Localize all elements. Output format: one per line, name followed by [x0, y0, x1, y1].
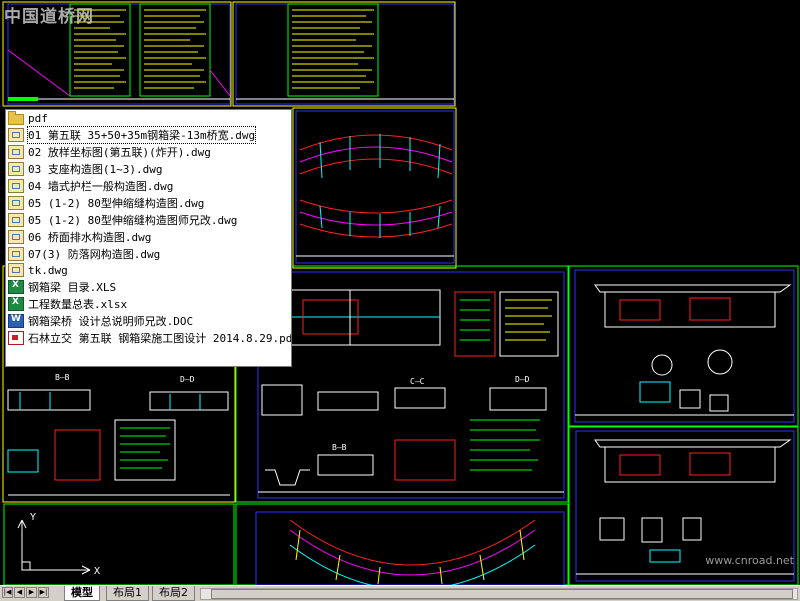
file-name: 05 (1-2) 80型伸缩缝构造图师兄改.dwg — [28, 213, 238, 227]
file-item[interactable]: 06 桥面排水构造图.dwg — [6, 228, 291, 245]
ucs-icon — [17, 519, 91, 575]
file-item-pdf-folder[interactable]: pdf — [6, 110, 291, 127]
file-item[interactable]: 05 (1-2) 80型伸缩缝构造图.dwg — [6, 194, 291, 211]
file-item[interactable]: 02 放样坐标图(第五联)(炸开).dwg — [6, 144, 291, 161]
tab-layout1[interactable]: 布局1 — [106, 586, 149, 601]
file-item[interactable]: 05 (1-2) 80型伸缩缝构造图师兄改.dwg — [6, 211, 291, 228]
dwg-file-icon — [8, 179, 24, 193]
table-block-top-middle — [236, 3, 454, 100]
curved-girder-plan — [296, 134, 454, 257]
sheet-frame-alignment — [292, 107, 457, 269]
file-list-popup: pdf 01 第五联 35+50+35m钢箱梁-13m桥宽.dwg 02 放样坐… — [5, 109, 292, 367]
file-name: 石林立交 第五联 钢箱梁施工图设计 2014.8.29.pdf — [28, 332, 292, 346]
file-name: 06 桥面排水构造图.dwg — [28, 230, 152, 244]
section-label-dd-2: D—D — [515, 375, 530, 384]
ucs-x-label: X — [94, 566, 100, 577]
dwg-file-icon — [8, 162, 24, 177]
dwg-file-icon — [8, 246, 24, 261]
word-file-icon — [8, 314, 24, 329]
file-item[interactable]: tk.dwg — [6, 262, 291, 279]
sheet-frame-bottom — [235, 503, 569, 585]
section-label-bb-2: B—B — [332, 443, 347, 452]
dwg-file-icon — [8, 229, 24, 244]
pdf-file-icon — [8, 331, 24, 346]
dwg-file-icon — [8, 263, 24, 278]
section-label-bb: B—B — [55, 373, 70, 382]
tab-layout2[interactable]: 布局2 — [152, 586, 195, 601]
file-name: 钢箱梁桥 设计总说明师兄改.DOC — [28, 315, 194, 329]
section-label-dd: D—D — [180, 375, 195, 384]
section-right-top — [575, 284, 794, 416]
ucs-y-label: Y — [30, 512, 36, 523]
folder-icon — [8, 110, 24, 125]
excel-file-icon — [8, 280, 24, 295]
scrollbar-thumb[interactable] — [211, 589, 793, 599]
cad-model-space[interactable]: Y X B—B D—D C—C D—D B—B 中国道桥网 www.cnroad… — [0, 0, 800, 585]
file-name: 04 墙式护栏一般构造图.dwg — [28, 180, 174, 193]
tab-model[interactable]: 模型 — [64, 586, 100, 601]
prev-tab-button[interactable]: ◀ — [14, 587, 25, 598]
file-item[interactable]: 03 支座构造图(1~3).dwg — [6, 161, 291, 178]
file-item[interactable]: 钢箱梁桥 设计总说明师兄改.DOC — [6, 313, 291, 330]
girder-elevation-center — [258, 289, 564, 493]
file-name: 07(3) 防落网构造图.dwg — [28, 247, 161, 261]
file-name: 工程数量总表.xlsx — [28, 298, 128, 312]
sections-mid-left — [7, 389, 230, 496]
file-name: 01 第五联 35+50+35m钢箱梁-13m桥宽.dwg — [26, 126, 257, 145]
excel-file-icon — [8, 297, 24, 312]
dwg-file-icon — [8, 128, 24, 143]
last-tab-button[interactable]: ▶| — [38, 587, 49, 598]
file-name: 02 放样坐标图(第五联)(炸开).dwg — [28, 146, 211, 160]
sheet-frame-right-top — [568, 265, 799, 427]
file-item[interactable]: 钢箱梁 目录.XLS — [6, 279, 291, 296]
file-name: pdf — [28, 111, 48, 125]
file-item-selected[interactable]: 01 第五联 35+50+35m钢箱梁-13m桥宽.dwg — [6, 126, 291, 145]
dwg-file-icon — [8, 212, 24, 227]
file-name: 03 支座构造图(1~3).dwg — [28, 163, 163, 177]
file-item[interactable]: 石林立交 第五联 钢箱梁施工图设计 2014.8.29.pdf — [6, 330, 291, 347]
first-tab-button[interactable]: |◀ — [2, 587, 13, 598]
site-watermark: 中国道桥网 — [4, 7, 94, 27]
site-url-watermark: www.cnroad.net — [705, 554, 794, 567]
next-tab-button[interactable]: ▶ — [26, 587, 37, 598]
file-item[interactable]: 07(3) 防落网构造图.dwg — [6, 245, 291, 262]
file-name: tk.dwg — [28, 263, 68, 277]
file-item[interactable]: 04 墙式护栏一般构造图.dwg — [6, 178, 291, 195]
dwg-file-icon — [8, 145, 24, 160]
horizontal-scrollbar[interactable] — [200, 588, 798, 600]
file-item[interactable]: 工程数量总表.xlsx — [6, 296, 291, 313]
dwg-file-icon — [8, 195, 24, 210]
file-name: 05 (1-2) 80型伸缩缝构造图.dwg — [28, 196, 205, 210]
section-label-cc: C—C — [410, 377, 425, 386]
file-name: 钢箱梁 目录.XLS — [28, 281, 117, 295]
curved-plan-bottom — [289, 519, 536, 585]
sheet-frame-top-middle — [232, 1, 456, 107]
layout-tab-bar: |◀ ◀ ▶ ▶| 模型 布局1 布局2 — [0, 585, 800, 601]
